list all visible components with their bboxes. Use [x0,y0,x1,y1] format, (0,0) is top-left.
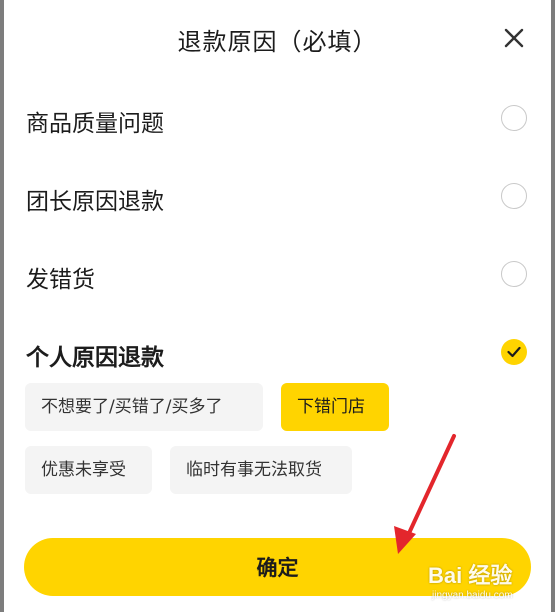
sub-reason-chip-unwanted[interactable]: 不想要了/买错了/买多了 [25,383,263,431]
radio-unchecked-icon[interactable] [501,183,527,209]
close-icon[interactable] [502,26,526,50]
sheet-title: 退款原因（必填） [177,28,378,56]
reason-option-personal[interactable]: 个人原因退款 [4,324,551,384]
reason-label: 商品质量问题 [26,111,164,137]
reason-label: 个人原因退款 [26,345,164,371]
sheet-header: 退款原因（必填） [4,0,551,80]
radio-unchecked-icon[interactable] [501,105,527,131]
annotation-arrow-icon [394,434,456,554]
reason-label: 发错货 [26,267,95,293]
radio-checked-icon[interactable] [501,339,527,365]
radio-unchecked-icon[interactable] [501,261,527,287]
refund-reason-sheet: 退款原因（必填） 商品质量问题 团长原因退款 发错货 个人原因退款 不想要了/买… [4,0,551,612]
sub-reason-chip-busy[interactable]: 临时有事无法取货 [170,446,352,494]
sub-reason-chip-discount[interactable]: 优惠未享受 [25,446,152,494]
baidu-watermark: Bai 经验 jingyan.baidu.com [428,558,548,608]
watermark-url: jingyan.baidu.com [432,590,513,601]
reason-option-quality[interactable]: 商品质量问题 [4,90,551,150]
reason-option-wrong-item[interactable]: 发错货 [4,246,551,306]
watermark-logo: Bai 经验 [428,563,513,588]
sub-reason-chip-wrong-store[interactable]: 下错门店 [281,383,389,431]
reason-option-leader[interactable]: 团长原因退款 [4,168,551,228]
reason-label: 团长原因退款 [26,189,164,215]
